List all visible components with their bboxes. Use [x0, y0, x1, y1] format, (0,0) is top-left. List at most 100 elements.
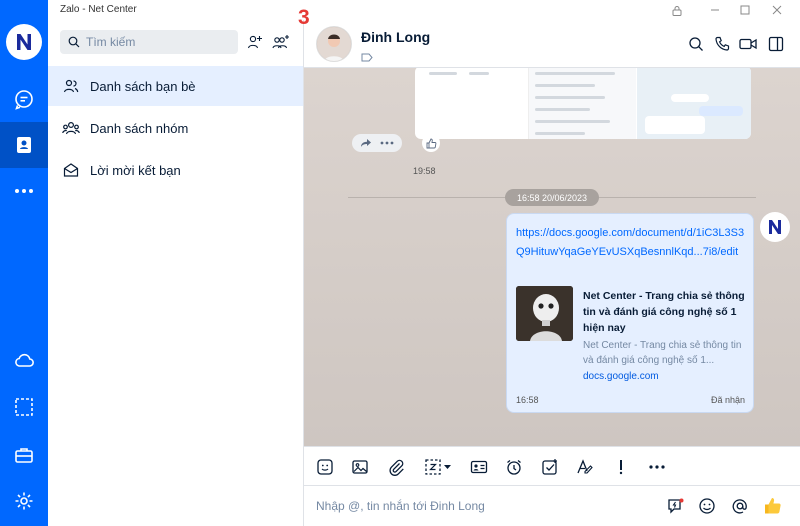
add-friend-icon: [247, 35, 262, 49]
at-sign-icon: [732, 499, 747, 514]
n-logo-icon: [769, 220, 781, 234]
text-format-icon: [577, 459, 593, 474]
more-horizontal-icon: [649, 465, 665, 469]
lock-icon[interactable]: [662, 0, 692, 20]
briefcase-icon: [15, 448, 33, 463]
minimize-button[interactable]: [700, 0, 730, 20]
n-logo-icon: [17, 34, 31, 50]
cloud-nav-button[interactable]: [0, 337, 48, 383]
share-arrow-icon[interactable]: [360, 138, 372, 148]
maximize-button[interactable]: [730, 0, 760, 20]
paperclip-icon: [389, 459, 404, 476]
sticker-icon: [317, 459, 333, 475]
exclamation-icon: [619, 460, 623, 475]
alarm-clock-icon: [507, 459, 521, 475]
video-camera-icon: [739, 38, 757, 50]
composer-toolbar: [304, 446, 800, 486]
emoji-button[interactable]: [696, 495, 718, 517]
image-icon: [352, 460, 368, 474]
search-icon: [68, 36, 80, 48]
add-friend-button[interactable]: [242, 30, 268, 54]
send-business-card-button[interactable]: [468, 456, 490, 478]
voice-call-button[interactable]: [711, 34, 733, 54]
gear-icon: [15, 492, 33, 510]
thumbs-up-icon: [426, 138, 436, 148]
close-button[interactable]: [762, 0, 792, 20]
messages-nav-button[interactable]: [0, 76, 48, 122]
contacts-sidebar: Danh sách bạn bè Danh sách nhóm Lời mời …: [48, 20, 304, 526]
message-time: 19:58: [413, 166, 436, 176]
robot-image-icon: [516, 286, 573, 341]
contact-card-icon: [470, 460, 488, 474]
video-call-button[interactable]: [737, 34, 759, 54]
settings-nav-button[interactable]: [0, 478, 48, 524]
window-title: Zalo - Net Center: [60, 4, 137, 15]
quick-message-button[interactable]: [665, 495, 687, 517]
navigation-rail: [0, 0, 48, 526]
link-preview-domain[interactable]: docs.google.com: [583, 371, 659, 382]
more-horizontal-icon[interactable]: [380, 141, 394, 145]
search-input[interactable]: [86, 35, 226, 49]
more-horizontal-icon: [15, 189, 33, 193]
task-check-icon: [542, 459, 557, 475]
previous-image-message[interactable]: [415, 68, 751, 139]
screenshot-nav-button[interactable]: [0, 384, 48, 430]
search-box[interactable]: [60, 30, 238, 54]
message-actions[interactable]: [352, 134, 402, 152]
assign-task-button[interactable]: [539, 456, 561, 478]
link-preview-thumbnail[interactable]: [516, 286, 573, 341]
more-options-button[interactable]: [646, 456, 668, 478]
screen-capture-icon: [15, 398, 33, 416]
profile-avatar[interactable]: [6, 24, 42, 60]
mark-important-button[interactable]: [610, 456, 632, 478]
sidebar-item-label: Danh sách bạn bè: [90, 78, 196, 94]
date-divider: 16:58 20/06/2023: [505, 189, 599, 206]
sidebar-item-label: Danh sách nhóm: [90, 120, 189, 136]
sidebar-item-label: Lời mời kết bạn: [90, 162, 181, 178]
create-group-icon: [272, 35, 289, 49]
attach-file-button[interactable]: [385, 456, 407, 478]
annotation-step-number: 3: [298, 6, 310, 29]
send-like-button[interactable]: [762, 495, 784, 517]
message-composer: [304, 486, 800, 526]
side-panel-icon: [768, 36, 784, 52]
react-like-button[interactable]: [422, 134, 440, 152]
link-preview-title[interactable]: Net Center - Trang chia sẻ thông tin và …: [583, 288, 749, 336]
chat-header: Đinh Long: [304, 20, 800, 68]
screenshot-button[interactable]: [422, 456, 456, 478]
mention-button[interactable]: [729, 495, 751, 517]
message-link[interactable]: https://docs.google.com/document/d/1iC3L…: [516, 224, 748, 262]
smiley-icon: [699, 498, 715, 514]
conversation-info-button[interactable]: [765, 34, 787, 54]
screen-capture-icon: [425, 459, 451, 475]
create-group-button[interactable]: [268, 30, 294, 54]
contacts-nav-button[interactable]: [0, 122, 48, 168]
search-in-chat-button[interactable]: [685, 34, 707, 54]
sidebar-item-friend-requests[interactable]: Lời mời kết bạn: [48, 150, 303, 190]
group-icon: [62, 119, 80, 137]
label-tag-icon[interactable]: [361, 49, 373, 67]
sticker-button[interactable]: [314, 456, 336, 478]
sidebar-item-friends[interactable]: Danh sách bạn bè: [48, 66, 303, 106]
envelope-icon: [62, 161, 80, 179]
contact-avatar[interactable]: [316, 26, 352, 62]
chat-bubble-icon: [15, 90, 33, 110]
send-image-button[interactable]: [349, 456, 371, 478]
message-status: Đã nhận: [710, 395, 745, 405]
reminder-button[interactable]: [503, 456, 525, 478]
title-bar: Zalo - Net Center: [0, 0, 800, 20]
contact-name[interactable]: Đinh Long: [361, 29, 430, 45]
sender-avatar[interactable]: [760, 212, 790, 242]
link-preview-description: Net Center - Trang chia sẻ thông tin và …: [583, 340, 742, 366]
contact-book-icon: [17, 137, 31, 153]
phone-icon: [715, 36, 730, 51]
more-nav-button[interactable]: [0, 168, 48, 214]
quick-reply-icon: [668, 498, 684, 514]
message-list[interactable]: 19:58 16:58 20/06/2023 https://docs.goog…: [304, 68, 800, 446]
link-message-bubble[interactable]: https://docs.google.com/document/d/1iC3L…: [506, 213, 754, 413]
message-input[interactable]: [316, 496, 646, 516]
sidebar-item-groups[interactable]: Danh sách nhóm: [48, 108, 303, 148]
toolbox-nav-button[interactable]: [0, 432, 48, 478]
text-format-button[interactable]: [574, 456, 596, 478]
person-photo-icon: [317, 27, 351, 61]
